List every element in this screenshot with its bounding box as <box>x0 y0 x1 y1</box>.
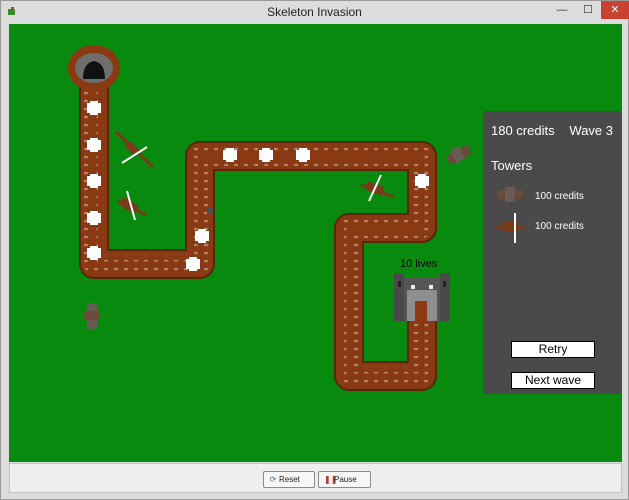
pause-label: Pause <box>334 475 357 484</box>
ballista-tower[interactable] <box>360 174 395 202</box>
skeleton-enemy <box>223 148 237 162</box>
wave-counter: Wave 3 <box>569 123 613 138</box>
towers-heading: Towers <box>491 158 533 173</box>
skeleton-enemy <box>195 229 209 243</box>
shop-item-price: 100 credits <box>535 191 584 202</box>
skeleton-enemy <box>186 257 200 271</box>
title-bar: Skeleton Invasion — ☐ ✕ <box>1 1 629 23</box>
skeleton-enemy <box>87 211 101 225</box>
ballista-tower[interactable] <box>117 190 147 221</box>
skeleton-enemy <box>296 148 310 162</box>
reset-label: Reset <box>279 475 300 484</box>
shop-item-ballista[interactable]: 100 credits <box>493 213 613 243</box>
crossbow-tower[interactable] <box>446 145 472 166</box>
reset-button[interactable]: ⟳ Reset <box>263 471 315 488</box>
reset-icon: ⟳ <box>269 475 277 484</box>
castle-goal <box>394 273 450 321</box>
minimize-button[interactable]: — <box>549 1 575 19</box>
shop-item-price: 100 credits <box>535 221 584 232</box>
next-wave-button[interactable]: Next wave <box>511 372 595 389</box>
cave-spawn <box>68 45 120 91</box>
crossbow-tower-icon <box>497 187 523 202</box>
retry-button[interactable]: Retry <box>511 341 595 358</box>
pause-icon: ❚❚ <box>324 475 338 484</box>
skeleton-enemy <box>87 246 101 260</box>
crossbow-tower[interactable] <box>207 208 213 214</box>
window-title: Skeleton Invasion <box>267 5 362 19</box>
ballista-tower[interactable] <box>114 130 155 169</box>
skeleton-enemy <box>87 138 101 152</box>
credits-counter: 180 credits <box>491 123 555 138</box>
pause-button[interactable]: ❚❚Pause <box>318 471 371 488</box>
ballista-tower-icon <box>495 213 525 243</box>
maximize-button[interactable]: ☐ <box>575 1 601 19</box>
skeleton-enemy <box>87 101 101 115</box>
close-button[interactable]: ✕ <box>601 1 629 19</box>
lives-counter: 10 lives <box>400 258 438 270</box>
control-bar: ⟳ Reset ❚❚Pause <box>9 463 622 493</box>
crossbow-tower[interactable] <box>84 303 100 329</box>
skeleton-enemy <box>259 148 273 162</box>
shop-item-crossbow[interactable]: 100 credits <box>493 183 613 211</box>
skeleton-enemy <box>415 174 429 188</box>
side-panel: 180 credits Wave 3 Towers 100 credits 10… <box>483 111 621 394</box>
game-window: Skeleton Invasion — ☐ ✕ 10 lives 180 cre… <box>0 0 629 500</box>
skeleton-enemy <box>87 174 101 188</box>
